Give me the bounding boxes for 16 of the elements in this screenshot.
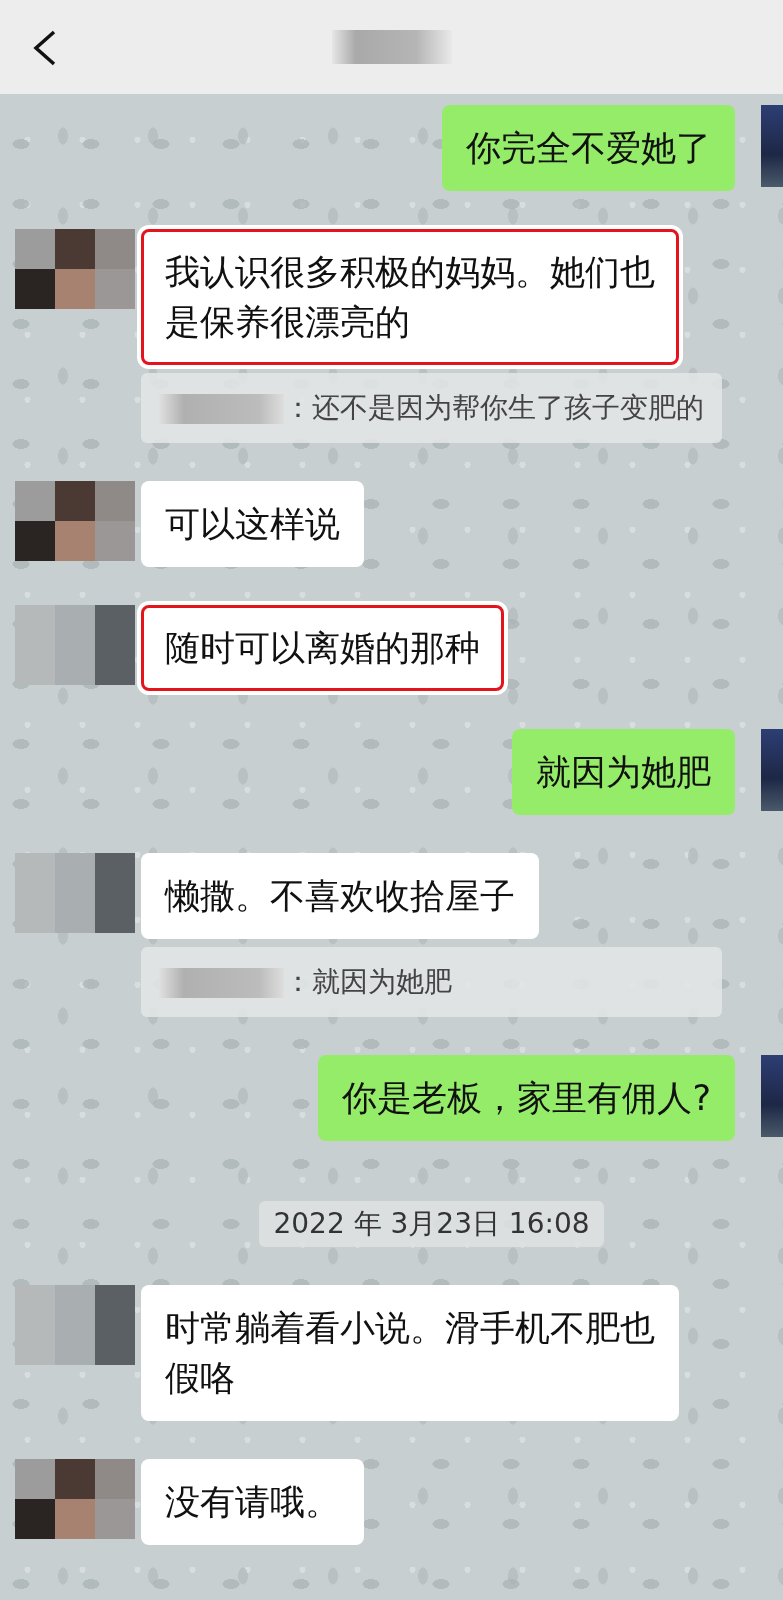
avatar[interactable] bbox=[15, 229, 135, 309]
avatar[interactable] bbox=[15, 853, 135, 933]
avatar[interactable] bbox=[15, 481, 135, 561]
message-bubble: 时常躺着看小说。滑手机不肥也假咯 bbox=[141, 1285, 679, 1421]
message-bubble: 没有请哦。 bbox=[141, 1459, 364, 1545]
message-bubble: 你完全不爱她了 bbox=[442, 105, 735, 191]
message-bubble: 你是老板，家里有佣人? bbox=[318, 1055, 735, 1141]
message-bubble: 就因为她肥 bbox=[512, 729, 735, 815]
avatar[interactable] bbox=[15, 605, 135, 685]
avatar[interactable] bbox=[15, 1459, 135, 1539]
avatar[interactable] bbox=[15, 1285, 135, 1365]
timestamp: 2022 年 3月23日 16:08 bbox=[259, 1201, 604, 1247]
message-bubble: 可以这样说 bbox=[141, 481, 364, 567]
message-bubble: 懒撒。不喜欢收拾屋子 bbox=[141, 853, 539, 939]
quote-text: ：还不是因为帮你生了孩子变肥的 bbox=[284, 391, 704, 424]
quote-text: ：就因为她肥 bbox=[284, 965, 452, 998]
